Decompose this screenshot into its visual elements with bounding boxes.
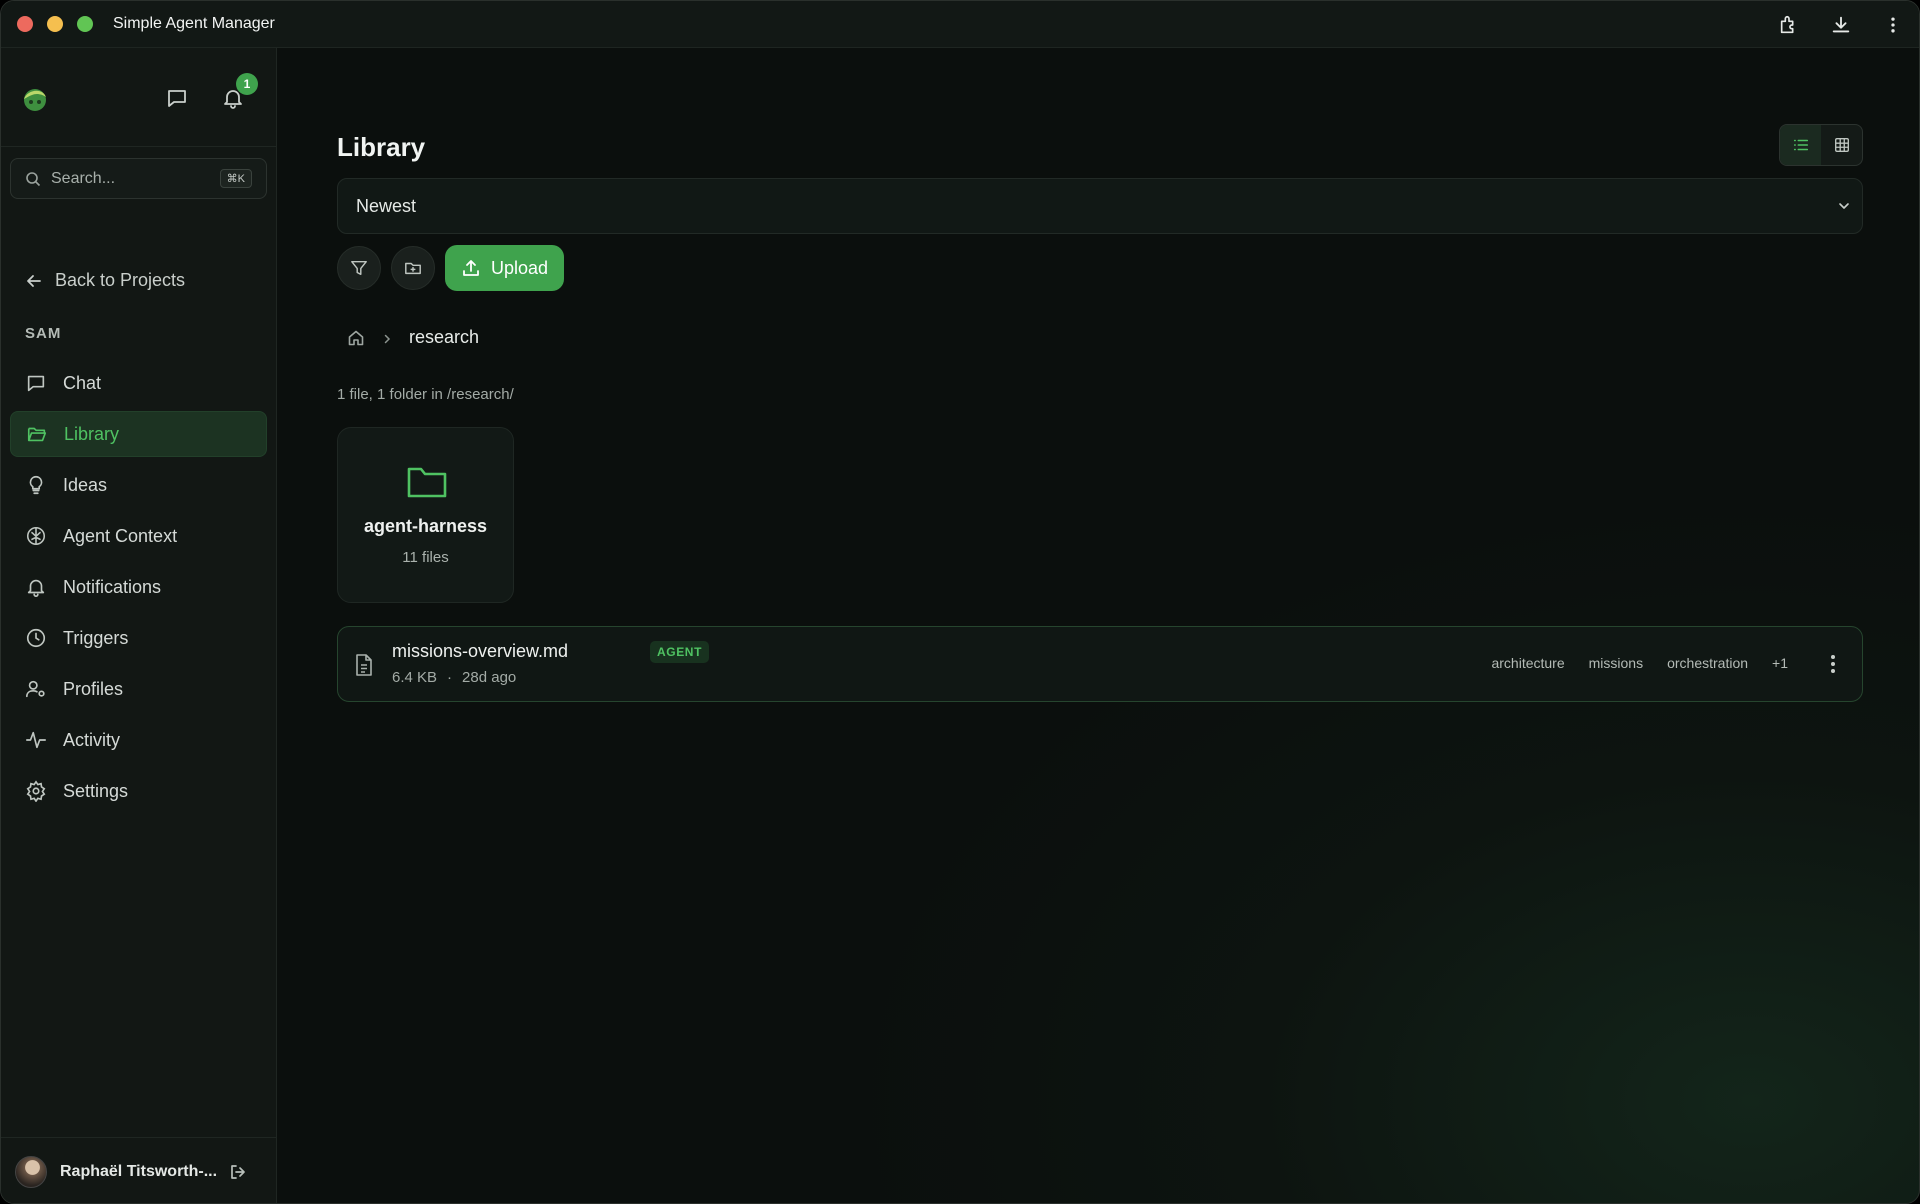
sidebar-item-library[interactable]: Library bbox=[10, 411, 267, 457]
upload-label: Upload bbox=[491, 257, 549, 278]
arrow-left-icon bbox=[25, 272, 43, 290]
tag[interactable]: architecture bbox=[1491, 655, 1564, 671]
sidebar-item-label: Triggers bbox=[63, 627, 129, 648]
chevron-down-icon bbox=[1836, 198, 1852, 214]
back-to-projects-link[interactable]: Back to Projects bbox=[25, 270, 185, 291]
lightbulb-icon bbox=[25, 474, 47, 496]
item-count: 1 file, 1 folder in /research/ bbox=[337, 386, 514, 403]
tag[interactable]: missions bbox=[1589, 655, 1643, 671]
upload-button[interactable]: Upload bbox=[445, 245, 565, 291]
sort-value: Newest bbox=[356, 195, 417, 216]
sidebar-header: 1 bbox=[1, 48, 277, 147]
window-controls bbox=[17, 16, 93, 32]
file-name: missions-overview.md bbox=[392, 641, 569, 661]
sidebar-item-settings[interactable]: Settings bbox=[10, 768, 267, 814]
file-age: 28d ago bbox=[462, 669, 517, 686]
search-shortcut: ⌘K bbox=[219, 169, 252, 188]
sidebar-item-label: Chat bbox=[63, 372, 102, 393]
list-icon bbox=[1793, 139, 1808, 151]
folder-open-icon bbox=[26, 423, 48, 445]
close-window-button[interactable] bbox=[17, 16, 33, 32]
logout-icon[interactable] bbox=[228, 1162, 248, 1182]
user-footer: Raphaël Titsworth-... bbox=[1, 1137, 277, 1203]
file-size: 6.4 KB bbox=[392, 669, 438, 686]
brain-icon bbox=[25, 525, 47, 547]
meta-separator: · bbox=[447, 669, 453, 686]
bell-icon bbox=[25, 576, 47, 598]
tag[interactable]: orchestration bbox=[1667, 655, 1748, 671]
folder-file-count: 11 files bbox=[402, 549, 449, 566]
grid-icon bbox=[1834, 138, 1849, 152]
maximize-window-button[interactable] bbox=[77, 16, 93, 32]
user-gear-icon bbox=[25, 678, 47, 700]
sidebar-item-label: Ideas bbox=[63, 474, 108, 495]
extension-icon[interactable] bbox=[1777, 13, 1801, 37]
app-title: Simple Agent Manager bbox=[113, 15, 275, 32]
sidebar-item-label: Library bbox=[64, 423, 120, 444]
clock-icon bbox=[25, 627, 47, 649]
sidebar-item-chat[interactable]: Chat bbox=[10, 360, 267, 406]
folder-card[interactable]: agent-harness 11 files bbox=[337, 427, 514, 603]
avatar[interactable] bbox=[15, 1155, 47, 1188]
sidebar-item-label: Activity bbox=[63, 729, 121, 750]
sidebar-item-ideas[interactable]: Ideas bbox=[10, 462, 267, 508]
sidebar-item-agent-context[interactable]: Agent Context bbox=[10, 513, 267, 559]
chevron-right-icon bbox=[381, 332, 393, 344]
chat-icon[interactable] bbox=[165, 86, 189, 110]
breadcrumb: research bbox=[347, 327, 479, 348]
more-vertical-icon[interactable] bbox=[1830, 653, 1836, 675]
app-logo[interactable] bbox=[19, 82, 51, 114]
view-toggle bbox=[1779, 124, 1863, 166]
section-label: SAM bbox=[25, 325, 62, 342]
new-folder-button[interactable] bbox=[391, 246, 435, 290]
search-input[interactable]: Search... ⌘K bbox=[10, 158, 267, 199]
library-toolbar: Upload bbox=[337, 245, 565, 291]
file-tags: architecture missions orchestration +1 bbox=[1491, 655, 1788, 671]
title-bar: Simple Agent Manager bbox=[1, 1, 1919, 48]
sort-select[interactable]: Newest bbox=[337, 178, 1863, 234]
chat-icon bbox=[25, 372, 47, 394]
more-tags-count[interactable]: +1 bbox=[1772, 655, 1788, 671]
sidebar-item-label: Settings bbox=[63, 780, 129, 801]
notification-badge: 1 bbox=[236, 73, 258, 95]
sidebar-item-profiles[interactable]: Profiles bbox=[10, 666, 267, 712]
file-row[interactable]: missions-overview.md AGENT 6.4 KB · 28d … bbox=[337, 626, 1863, 702]
sidebar-item-label: Notifications bbox=[63, 576, 162, 597]
gear-icon bbox=[25, 780, 47, 802]
search-placeholder: Search... bbox=[51, 169, 116, 187]
sidebar-item-notifications[interactable]: Notifications bbox=[10, 564, 267, 610]
main-content: Library Newest Upload research 1 file, 1… bbox=[277, 48, 1919, 1203]
page-title: Library bbox=[337, 132, 426, 162]
search-icon bbox=[25, 171, 41, 187]
folder-icon bbox=[406, 464, 448, 500]
folder-plus-icon bbox=[405, 262, 421, 275]
download-icon[interactable] bbox=[1829, 13, 1853, 37]
folder-name: agent-harness bbox=[363, 516, 488, 536]
file-meta: 6.4 KB · 28d ago bbox=[392, 669, 516, 686]
sidebar: 1 Search... ⌘K Back to Projects SAM Chat… bbox=[1, 48, 277, 1203]
filter-button[interactable] bbox=[337, 246, 381, 290]
list-view-button[interactable] bbox=[1780, 125, 1821, 165]
upload-icon bbox=[461, 258, 481, 278]
document-icon bbox=[354, 653, 374, 677]
sidebar-item-triggers[interactable]: Triggers bbox=[10, 615, 267, 661]
minimize-window-button[interactable] bbox=[47, 16, 63, 32]
back-label: Back to Projects bbox=[55, 270, 186, 290]
sidebar-nav: Chat Library Ideas Agent Context Notific… bbox=[10, 360, 267, 819]
activity-icon bbox=[25, 729, 47, 751]
user-name: Raphaël Titsworth-... bbox=[60, 1162, 218, 1180]
app-window: Simple Agent Manager 1 Search... ⌘K Back… bbox=[0, 0, 1920, 1204]
title-bar-actions bbox=[1777, 1, 1905, 48]
breadcrumb-current: research bbox=[409, 327, 480, 347]
sidebar-item-label: Agent Context bbox=[63, 525, 178, 546]
filter-icon bbox=[351, 260, 367, 276]
grid-view-button[interactable] bbox=[1821, 125, 1862, 165]
more-vertical-icon[interactable] bbox=[1881, 13, 1905, 37]
agent-badge: AGENT bbox=[650, 641, 709, 663]
home-icon[interactable] bbox=[347, 329, 365, 347]
sidebar-item-activity[interactable]: Activity bbox=[10, 717, 267, 763]
sidebar-item-label: Profiles bbox=[63, 678, 124, 699]
